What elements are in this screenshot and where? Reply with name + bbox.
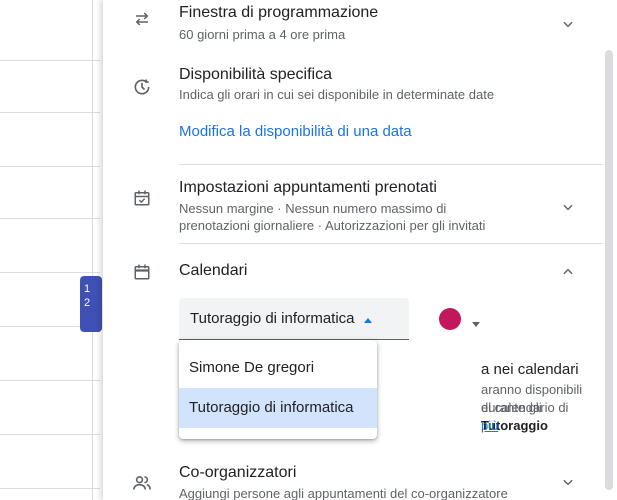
caret-down-icon (471, 316, 481, 334)
caret-up-icon (363, 313, 373, 331)
grid-line (0, 218, 100, 219)
calendar-icon (131, 261, 153, 283)
edit-date-availability-link[interactable]: Modifica la disponibilità di una data (179, 123, 412, 140)
grid-line (0, 380, 100, 381)
grid-line (0, 60, 100, 61)
scheduling-window-title: Finestra di programmazione (179, 4, 379, 21)
check-calendars-title: a nei calendari (481, 361, 579, 378)
check-calendars-line2: el calendario di Tutoraggio (481, 399, 603, 435)
chevron-down-icon[interactable] (558, 14, 578, 34)
background-calendar: 1 2 (0, 0, 102, 500)
calendars-title: Calendari (179, 262, 248, 279)
grid-line (0, 166, 100, 167)
scheduling-window-subtitle: 60 giorni prima a 4 ore prima (179, 27, 346, 42)
learn-more-link[interactable]: più (481, 417, 498, 435)
calendar-dropdown-menu: Simone De gregori Tutoraggio di informat… (179, 340, 377, 439)
calendar-event[interactable]: 1 2 (80, 276, 102, 332)
divider (179, 243, 603, 244)
calendar-color-picker[interactable] (439, 308, 480, 330)
calendar-option-selected[interactable]: Tutoraggio di informatica (179, 388, 377, 428)
co-organizers-subtitle: Aggiungi persone agli appuntamenti del c… (179, 486, 508, 500)
divider (179, 164, 603, 165)
calendar-check-icon (131, 187, 153, 209)
calendar-select-value: Tutoraggio di informatica (190, 310, 355, 327)
chevron-down-icon[interactable] (558, 472, 578, 492)
calendar-select[interactable]: Tutoraggio di informatica (179, 298, 409, 340)
grid-line (0, 112, 100, 113)
check-calendars-line2-text: el calendario di (481, 400, 569, 415)
clock-reset-icon (131, 76, 153, 98)
color-swatch (439, 308, 461, 330)
booked-settings-title: Impostazioni appuntamenti prenotati (179, 179, 437, 196)
grid-column-line (92, 0, 93, 500)
booked-settings-subtitle-2: prenotazioni giornaliere · Autorizzazion… (179, 218, 486, 233)
scrollbar[interactable] (605, 50, 613, 490)
arrows-swap-icon (131, 8, 153, 30)
grid-line (0, 272, 100, 273)
grid-line (0, 488, 100, 489)
chevron-down-icon[interactable] (558, 197, 578, 217)
co-organizers-title: Co-organizzatori (179, 464, 297, 481)
calendar-option[interactable]: Simone De gregori (179, 348, 377, 388)
specific-availability-subtitle: Indica gli orari in cui sei disponibile … (179, 87, 495, 102)
booked-settings-subtitle-1: Nessun margine · Nessun numero massimo d… (179, 201, 447, 216)
specific-availability-title: Disponibilità specifica (179, 66, 332, 83)
grid-line (0, 434, 100, 435)
chevron-up-icon[interactable] (558, 262, 578, 282)
people-icon (131, 472, 153, 494)
